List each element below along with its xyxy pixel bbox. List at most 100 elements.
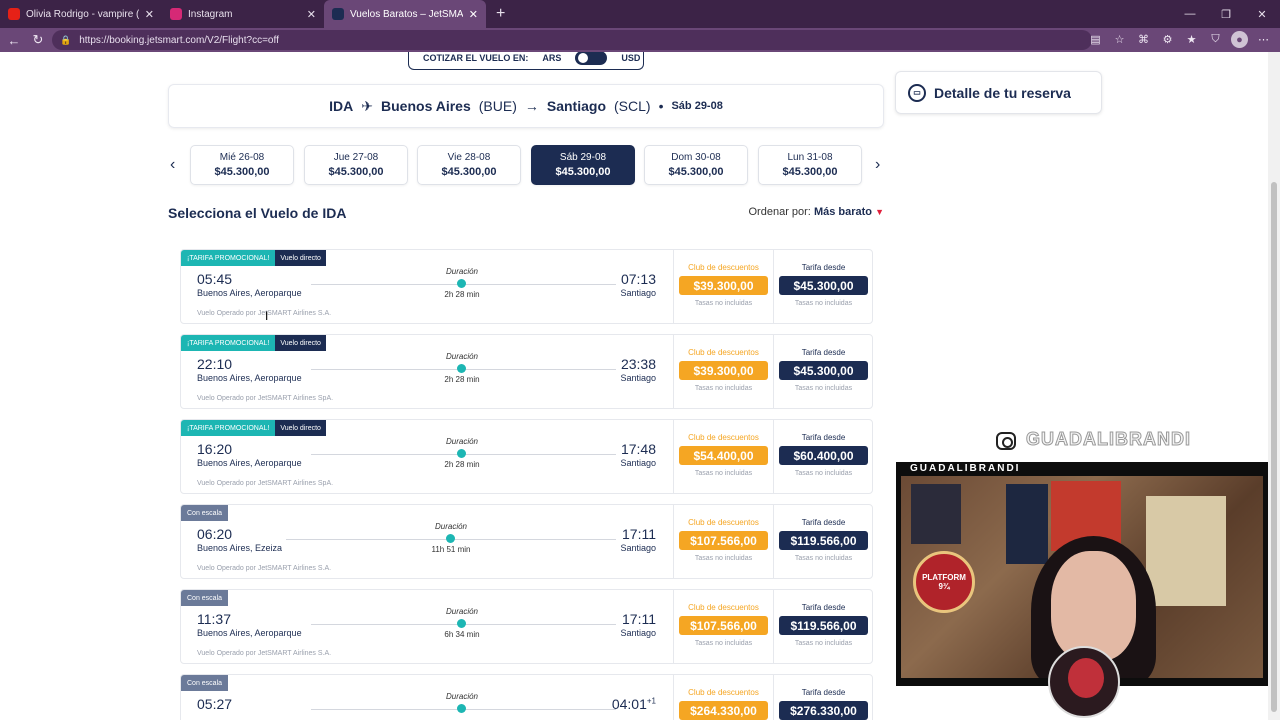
promo-badge: ¡TARIFA PROMOCIONAL! [181, 335, 276, 351]
tab-youtube[interactable]: Olivia Rodrigo - vampire (Offi ✕ [0, 0, 162, 28]
back-icon[interactable]: ← [2, 33, 26, 48]
extensions-icon[interactable]: ⌘ [1135, 31, 1152, 48]
flight-card[interactable]: Con escala 11:37 Buenos Aires, Aeroparqu… [180, 589, 873, 664]
club-price-button[interactable]: $39.300,00 [679, 361, 768, 380]
close-tab-icon[interactable]: ✕ [145, 8, 154, 21]
departure-time: 06:20 [197, 526, 233, 542]
date-option[interactable]: Lun 31-08 $45.300,00 [758, 145, 862, 185]
direct-badge: Vuelo directo [275, 335, 326, 351]
more-icon[interactable]: ⋯ [1255, 31, 1272, 48]
currency-label: COTIZAR EL VUELO EN: [423, 52, 529, 63]
tasas-note: Tasas no incluidas [694, 555, 753, 562]
currency-switch[interactable] [575, 52, 608, 65]
club-price-col: Club de descuentos $39.300,00 Tasas no i… [673, 250, 773, 323]
favorite-icon[interactable]: ☆ [1111, 31, 1128, 48]
page-scrollbar[interactable] [1268, 52, 1280, 720]
operator: Vuelo Operado por JetSMART Airlines S.A. [197, 650, 332, 657]
restore-icon[interactable]: ❐ [1208, 0, 1244, 28]
flight-tags: ¡TARIFA PROMOCIONAL! Vuelo directo [181, 335, 326, 351]
tasas-note: Tasas no incluidas [794, 385, 853, 392]
date-option[interactable]: Vie 28-08 $45.300,00 [417, 145, 521, 185]
next-dates-icon[interactable]: › [875, 156, 880, 174]
origin-code: (BUE) [478, 98, 517, 114]
promo-badge: ¡TARIFA PROMOCIONAL! [181, 420, 276, 436]
tasas-note: Tasas no incluidas [794, 555, 853, 562]
prev-dates-icon[interactable]: ‹ [170, 156, 175, 174]
fare-price-button[interactable]: $45.300,00 [779, 276, 868, 295]
fare-price-button[interactable]: $45.300,00 [779, 361, 868, 380]
close-tab-icon[interactable]: ✕ [307, 8, 316, 21]
stopover-badge: Con escala [181, 505, 229, 521]
avatar[interactable]: ● [1231, 31, 1248, 48]
fare-price-button[interactable]: $276.330,00 [779, 701, 868, 720]
section-title: Selecciona el Vuelo de IDA [168, 205, 347, 221]
fare-price-button[interactable]: $119.566,00 [779, 616, 868, 635]
tab-instagram[interactable]: Instagram ✕ [162, 0, 324, 28]
address-bar: ← ↻ 🔒 https://booking.jetsmart.com/V2/Fl… [0, 28, 1280, 52]
departure-time: 11:37 [197, 611, 231, 627]
minimize-icon[interactable]: — [1172, 0, 1208, 28]
new-tab-button[interactable]: + [496, 5, 505, 23]
tab-jetsmart[interactable]: Vuelos Baratos – JetSMART Aviones ✕ [324, 0, 486, 28]
url-field[interactable]: 🔒 https://booking.jetsmart.com/V2/Flight… [52, 30, 1092, 50]
club-label: Club de descuentos [688, 433, 759, 442]
destination-city: Santiago [546, 98, 606, 114]
tab-title: Olivia Rodrigo - vampire (Offi [26, 8, 139, 20]
duration-label: Duración [445, 267, 478, 276]
origin-city: Buenos Aires [381, 98, 471, 114]
reload-icon[interactable]: ↻ [26, 32, 50, 48]
stopover-badge: Con escala [181, 675, 229, 691]
fare-price-col: Tarifa desde $60.400,00 Tasas no incluid… [773, 420, 873, 493]
instagram-logo-icon [990, 426, 1022, 456]
flight-tags: ¡TARIFA PROMOCIONAL! Vuelo directo [181, 250, 326, 266]
fare-price-col: Tarifa desde $45.300,00 Tasas no incluid… [773, 250, 873, 323]
arrival-time: 23:38 [620, 356, 656, 372]
flight-card[interactable]: ¡TARIFA PROMOCIONAL! Vuelo directo 16:20… [180, 419, 873, 494]
flight-tags: ¡TARIFA PROMOCIONAL! Vuelo directo [181, 420, 326, 436]
club-price-col: Club de descuentos $107.566,00 Tasas no … [673, 590, 773, 663]
date-price: $45.300,00 [214, 166, 270, 178]
fare-price-col: Tarifa desde $45.300,00 Tasas no incluid… [773, 335, 873, 408]
destination-code: (SCL) [614, 98, 651, 114]
url-text: https://booking.jetsmart.com/V2/Flight?c… [79, 34, 279, 46]
bullet-icon: • [658, 98, 664, 114]
fare-price-button[interactable]: $119.566,00 [779, 531, 868, 550]
favorites-icon[interactable]: ★ [1183, 31, 1200, 48]
fare-label: Tarifa desde [801, 603, 846, 612]
operator: Vuelo Operado por JetSMART Airlines SpA. [197, 480, 334, 487]
flight-card[interactable]: Con escala 06:20 Buenos Aires, Ezeiza Du… [180, 504, 873, 579]
date-price: $45.300,00 [328, 166, 384, 178]
club-price-button[interactable]: $107.566,00 [679, 616, 768, 635]
club-price-button[interactable]: $39.300,00 [679, 276, 768, 295]
date-price: $45.300,00 [782, 166, 838, 178]
duration-label: Duración [434, 522, 467, 531]
route-dot [457, 279, 466, 288]
club-price-button[interactable]: $264.330,00 [679, 701, 768, 720]
close-window-icon[interactable]: ✕ [1244, 0, 1280, 28]
shield-icon[interactable]: ⛉ [1207, 31, 1224, 48]
flight-card[interactable]: ¡TARIFA PROMOCIONAL! Vuelo directo 22:10… [180, 334, 873, 409]
departure-time: 22:10 [197, 356, 233, 372]
settings-icon[interactable]: ⚙ [1159, 31, 1176, 48]
date-option-selected[interactable]: Sáb 29-08 $45.300,00 [531, 145, 635, 185]
club-price-button[interactable]: $54.400,00 [679, 446, 768, 465]
date-option[interactable]: Mié 26-08 $45.300,00 [190, 145, 294, 185]
route-dot [457, 449, 466, 458]
duration-value: 2h 28 min [444, 375, 480, 384]
booking-detail-button[interactable]: ▭ Detalle de tu reserva [895, 71, 1102, 114]
direct-badge: Vuelo directo [275, 250, 326, 266]
departure-time: 16:20 [197, 441, 233, 457]
scrollbar-thumb[interactable] [1271, 182, 1277, 712]
fare-label: Tarifa desde [801, 433, 846, 442]
sort-control[interactable]: Ordenar por: Más barato ▼ [749, 206, 885, 218]
club-label: Club de descuentos [688, 348, 759, 357]
direct-badge: Vuelo directo [275, 420, 326, 436]
flight-card[interactable]: ¡TARIFA PROMOCIONAL! Vuelo directo 05:45… [180, 249, 873, 324]
reader-icon[interactable]: ▤ [1087, 31, 1104, 48]
date-option[interactable]: Jue 27-08 $45.300,00 [304, 145, 408, 185]
club-price-button[interactable]: $107.566,00 [679, 531, 768, 550]
date-option[interactable]: Dom 30-08 $45.300,00 [644, 145, 748, 185]
close-tab-icon[interactable]: ✕ [469, 8, 478, 21]
flight-card[interactable]: Con escala 05:27 Duración 04:01+1 Club d… [180, 674, 873, 720]
fare-price-button[interactable]: $60.400,00 [779, 446, 868, 465]
